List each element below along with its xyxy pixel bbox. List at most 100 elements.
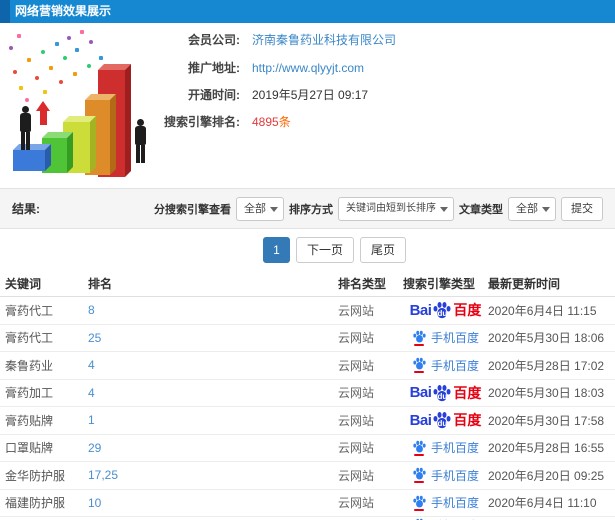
baidu-mobile-logo: 手机百度 — [403, 467, 488, 484]
article-type-select[interactable]: 全部 — [508, 196, 556, 221]
baidu-logo-bai-text: Bai — [409, 384, 432, 402]
table-row: 膏药加工 4 云网站 Bai du 百度 2020年5月30日 18:03 — [0, 380, 615, 407]
results-table: 关键词 排名 排名类型 搜索引擎类型 最新更新时间 膏药代工 8 云网站 Bai… — [0, 271, 615, 520]
table-header-row: 关键词 排名 排名类型 搜索引擎类型 最新更新时间 — [0, 271, 615, 297]
cell-rank-type: 云网站 — [338, 413, 375, 428]
article-type-label: 文章类型 — [459, 203, 503, 216]
next-page-button[interactable]: 下一页 — [296, 237, 355, 263]
mobile-baidu-label: 手机百度 — [430, 441, 479, 456]
cell-rank-type: 云网站 — [338, 496, 375, 511]
mobile-baidu-paw-icon — [412, 357, 427, 374]
rank-link[interactable]: 1 — [88, 413, 95, 427]
sort-filter-label: 排序方式 — [289, 203, 333, 216]
cell-rank-type: 云网站 — [338, 358, 375, 373]
cell-rank-type: 云网站 — [338, 441, 375, 456]
cell-rank-type: 云网站 — [338, 331, 375, 346]
baidu-logo-cn-text: 百度 — [453, 302, 482, 319]
baidu-logo-du-text: du — [437, 419, 448, 429]
baidu-logo-du-text: du — [437, 309, 448, 319]
mobile-baidu-paw-icon — [412, 495, 427, 511]
last-page-button[interactable]: 尾页 — [360, 237, 407, 263]
baidu-paw-icon: du — [432, 411, 452, 429]
marketing-chart-illustration — [5, 28, 170, 183]
baidu-mobile-logo: 手机百度 — [403, 494, 488, 511]
filter-bar: 结果: 分搜索引擎查看 全部 排序方式 关键词由短到长排序 文章类型 全部 提交 — [0, 188, 615, 229]
rank-link[interactable]: 29 — [88, 441, 101, 455]
company-link[interactable]: 济南秦鲁药业科技有限公司 — [252, 33, 396, 47]
submit-button[interactable]: 提交 — [561, 196, 603, 221]
rank-link[interactable]: 8 — [88, 303, 95, 317]
cell-keyword: 膏药代工 — [5, 331, 54, 346]
cell-keyword: 膏药代工 — [5, 303, 54, 318]
baidu-pc-logo: Bai du 百度 — [403, 410, 488, 430]
cell-rank-type: 云网站 — [338, 468, 375, 483]
cell-keyword: 金华防护服 — [5, 468, 66, 483]
engine-filter-label: 分搜索引擎查看 — [154, 203, 231, 216]
header-rank-type: 排名类型 — [338, 277, 387, 291]
baidu-paw-icon: du — [432, 301, 452, 319]
baidu-logo-cn-text: 百度 — [453, 412, 482, 429]
mobile-baidu-label: 手机百度 — [430, 358, 479, 373]
title-bar-accent — [0, 0, 10, 23]
mobile-baidu-label: 手机百度 — [430, 496, 479, 511]
rank-link[interactable]: 4 — [88, 386, 95, 400]
marketing-effect-panel: 网络营销效果展示 会员公司: 济南秦鲁药业科技有限公司 推广地址: http:/… — [0, 0, 615, 520]
cell-rank-type: 云网站 — [338, 303, 375, 318]
cell-updated: 2020年5月28日 17:02 — [488, 358, 605, 373]
baidu-logo-cn-text: 百度 — [453, 384, 482, 401]
bar-blue — [13, 144, 51, 171]
mobile-baidu-paw-icon — [412, 440, 427, 456]
promo-url-link[interactable]: http://www.qlyyjt.com — [252, 61, 364, 75]
table-row: 口罩贴牌 29 云网站 手机百度 2020年5月28日 16:55 — [0, 435, 615, 462]
cell-keyword: 福建防护服 — [5, 496, 66, 511]
cell-keyword: 秦鲁药业 — [5, 358, 54, 373]
header-engine-type: 搜索引擎类型 — [403, 277, 476, 291]
baidu-mobile-logo: 手机百度 — [403, 439, 488, 456]
account-info-section: 会员公司: 济南秦鲁药业科技有限公司 推广地址: http://www.qlyy… — [0, 23, 615, 188]
cell-updated: 2020年5月30日 17:58 — [488, 413, 605, 428]
cell-updated: 2020年5月30日 18:06 — [488, 331, 605, 346]
rank-link[interactable]: 17,25 — [88, 468, 118, 482]
mobile-baidu-paw-icon — [412, 467, 427, 484]
cell-updated: 2020年6月20日 09:25 — [488, 468, 605, 483]
cell-keyword: 口罩贴牌 — [5, 441, 54, 456]
rank-link[interactable]: 4 — [88, 358, 95, 372]
baidu-logo-bai-text: Bai — [409, 301, 432, 319]
mobile-baidu-paw-icon — [412, 330, 427, 346]
rank-link[interactable]: 10 — [88, 496, 101, 510]
sort-filter-select[interactable]: 关键词由短到长排序 — [338, 196, 454, 221]
header-rank: 排名 — [88, 277, 113, 291]
table-row: 膏药代工 8 云网站 Bai du 百度 2020年6月4日 11:15 — [0, 297, 615, 325]
baidu-logo-bai-text: Bai — [409, 411, 432, 429]
page-1-button[interactable]: 1 — [263, 237, 290, 263]
baidu-mobile-logo: 手机百度 — [403, 357, 488, 374]
mobile-baidu-label: 手机百度 — [430, 331, 479, 346]
pagination: 1 下一页 尾页 — [263, 237, 407, 263]
company-row: 会员公司: 济南秦鲁药业科技有限公司 — [0, 32, 615, 48]
rank-link[interactable]: 25 — [88, 331, 101, 345]
cell-rank-type: 云网站 — [338, 386, 375, 401]
header-updated: 最新更新时间 — [488, 277, 561, 291]
mobile-baidu-label: 手机百度 — [430, 468, 479, 483]
table-row: 金华防护服 17,25 云网站 手机百度 2020年6月20日 09:25 — [0, 462, 615, 490]
promo-url-row: 推广地址: http://www.qlyyjt.com — [0, 60, 615, 76]
engine-rank-count: 4895 — [252, 115, 279, 129]
growth-arrow-icon — [36, 101, 50, 125]
result-label: 结果: — [12, 202, 40, 216]
cell-keyword: 膏药加工 — [5, 386, 54, 401]
cell-updated: 2020年6月4日 11:10 — [488, 496, 597, 511]
baidu-logo-du-text: du — [437, 391, 448, 401]
table-row: 福建防护服 10 云网站 手机百度 2020年6月4日 11:10 — [0, 490, 615, 517]
table-row: 膏药贴牌 1 云网站 Bai du 百度 2020年5月30日 17:58 — [0, 407, 615, 435]
businessman-figure-left — [18, 106, 34, 150]
cell-updated: 2020年6月4日 11:15 — [488, 303, 597, 318]
cell-updated: 2020年5月30日 18:03 — [488, 386, 605, 401]
title-bar: 网络营销效果展示 — [0, 0, 615, 23]
table-row: 秦鲁药业 4 云网站 手机百度 2020年5月28日 17:02 — [0, 352, 615, 380]
businessman-figure-right — [133, 119, 149, 165]
cell-updated: 2020年5月28日 16:55 — [488, 441, 605, 456]
baidu-pc-logo: Bai du 百度 — [403, 300, 488, 320]
engine-rank-unit: 条 — [278, 115, 291, 129]
engine-filter-select[interactable]: 全部 — [236, 196, 284, 221]
header-keyword: 关键词 — [5, 277, 42, 291]
